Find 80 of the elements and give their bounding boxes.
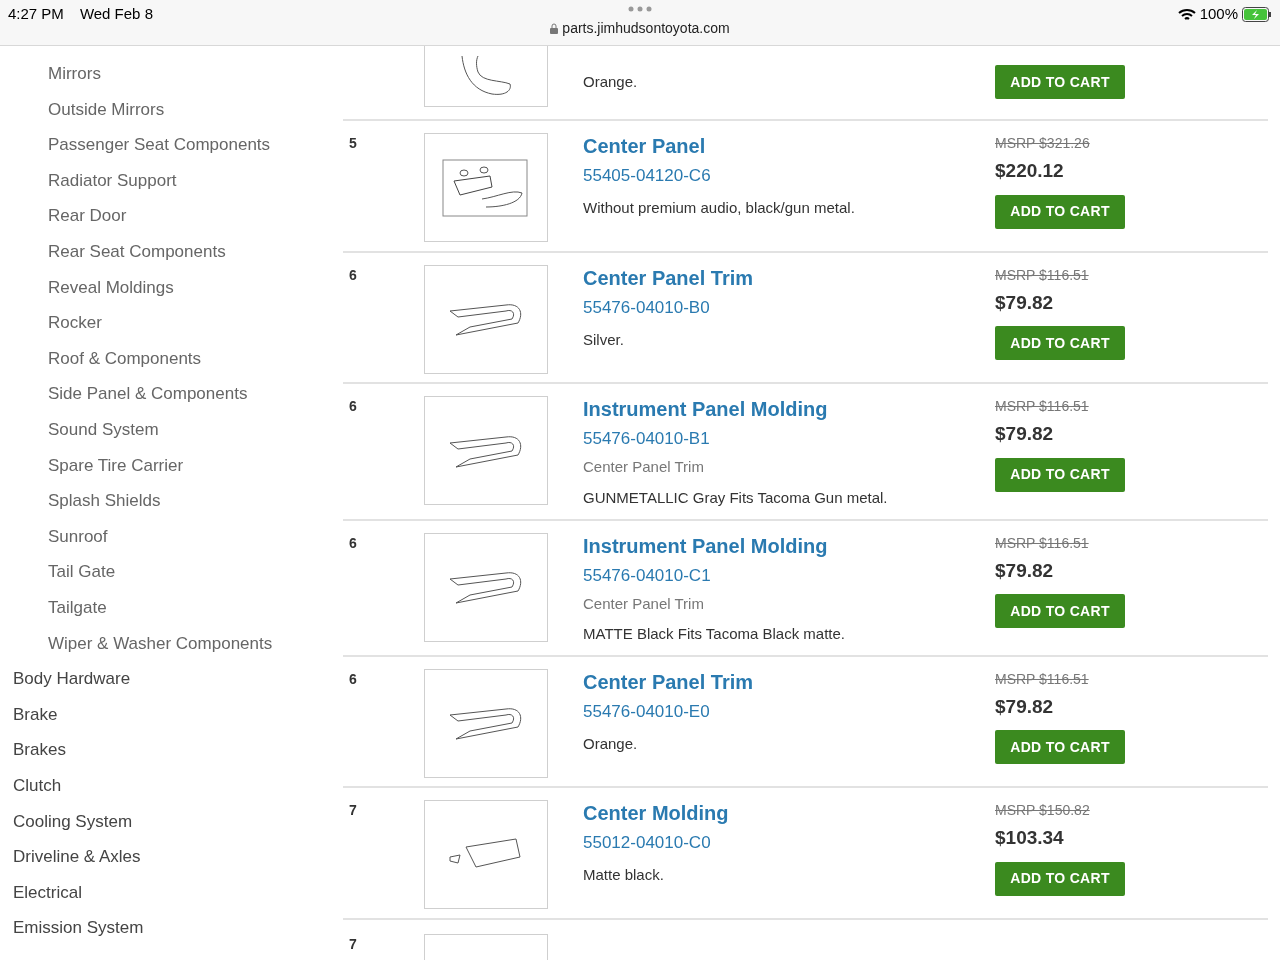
quantity: 6 — [349, 534, 357, 551]
category-link[interactable]: Passenger Seat Components — [0, 127, 343, 163]
quantity: 6 — [349, 670, 357, 687]
part-description: MATTE Black Fits Tacoma Black matte. — [583, 624, 846, 644]
part-description: Silver. — [583, 329, 625, 350]
part-subtitle: Center Panel Trim — [583, 593, 705, 614]
category-link[interactable]: Wiper & Washer Components — [0, 625, 343, 662]
add-to-cart-button[interactable]: ADD TO CART — [995, 861, 1125, 896]
part-number-link[interactable]: 55476-04010-C1 — [583, 564, 995, 587]
category-link[interactable]: Radiator Support — [0, 162, 343, 199]
msrp-price: MSRP $116.51 — [995, 533, 1089, 553]
category-link[interactable]: Rear Seat Components — [0, 233, 343, 270]
msrp-price: MSRP $116.51 — [995, 265, 1089, 285]
add-to-cart-button[interactable]: ADD TO CART — [995, 65, 1125, 99]
category-link[interactable]: Cooling System — [0, 803, 343, 840]
category-link[interactable]: Brakes — [0, 732, 343, 768]
part-title-link[interactable]: Center Panel Trim — [583, 668, 995, 695]
category-link[interactable]: Splash Shields — [0, 483, 343, 519]
add-to-cart-button[interactable]: ADD TO CART — [995, 730, 1125, 765]
add-to-cart-button[interactable]: ADD TO CART — [995, 326, 1125, 361]
add-to-cart-button[interactable]: ADD TO CART — [995, 594, 1125, 628]
category-link[interactable]: Tailgate — [0, 589, 343, 626]
part-description: Orange. — [583, 71, 639, 92]
category-link[interactable]: Reveal Moldings — [0, 269, 343, 306]
sale-price: $79.82 — [995, 422, 1054, 447]
part-title-link[interactable]: Instrument Panel Molding — [583, 396, 995, 423]
msrp-price: MSRP $116.51 — [995, 669, 1089, 689]
category-link[interactable]: Tail Gate — [0, 554, 343, 590]
msrp-price: MSRP $116.51 — [995, 397, 1089, 417]
date: Wed Feb 8 — [79, 4, 153, 24]
category-link[interactable]: Spare Tire Carrier — [0, 447, 343, 484]
category-link[interactable]: Rocker — [0, 305, 343, 341]
url-text[interactable]: parts.jimhudsontoyota.com — [562, 18, 730, 39]
category-link[interactable]: Outside Mirrors — [0, 91, 343, 128]
part-title-link[interactable]: Center Panel Trim — [583, 264, 995, 291]
quantity: 5 — [349, 135, 357, 151]
category-link[interactable]: Roof & Components — [0, 340, 343, 377]
category-link[interactable]: Clutch — [0, 767, 343, 804]
category-link[interactable]: Rear Door — [0, 198, 343, 234]
part-number-link[interactable]: 55476-04010-E0 — [583, 700, 995, 723]
category-link[interactable]: Sunroof — [0, 518, 343, 555]
lock-icon — [550, 23, 559, 34]
part-number-link[interactable]: 55476-04010-B1 — [583, 428, 995, 451]
part-title-link[interactable]: Center Molding — [583, 800, 995, 827]
category-link[interactable]: Brake — [0, 696, 343, 733]
category-link[interactable]: Side Panel & Components — [0, 376, 343, 412]
clock-time: 4:27 PM — [8, 4, 64, 24]
category-link[interactable]: Mirrors — [0, 56, 343, 92]
add-to-cart-button[interactable]: ADD TO CART — [995, 457, 1125, 492]
category-link[interactable]: Driveline & Axles — [0, 839, 343, 875]
category-link[interactable]: Emission System — [0, 910, 343, 946]
part-description: GUNMETALLIC Gray Fits Tacoma Gun metal. — [583, 487, 889, 508]
sale-price: $220.12 — [995, 159, 1064, 183]
category-link[interactable]: Sound System — [0, 411, 343, 448]
more-dots-icon[interactable] — [628, 6, 652, 12]
part-description: Matte black. — [583, 865, 665, 886]
battery-percent: 100% — [1199, 4, 1238, 24]
msrp-price: MSRP $321.26 — [995, 134, 1090, 153]
quantity: 6 — [349, 398, 357, 415]
quantity: 7 — [349, 802, 357, 819]
sale-price: $103.34 — [995, 826, 1064, 851]
battery-icon — [1242, 6, 1272, 22]
msrp-price: MSRP $150.82 — [995, 801, 1090, 821]
wifi-icon — [1177, 7, 1196, 21]
sale-price: $79.82 — [995, 290, 1054, 315]
part-description: Without premium audio, black/gun metal. — [583, 198, 856, 218]
sale-price: $79.82 — [995, 694, 1054, 719]
part-subtitle: Center Panel Trim — [583, 457, 705, 478]
part-number-link[interactable]: 55012-04010-C0 — [583, 832, 995, 855]
part-description: Orange. — [583, 733, 639, 754]
part-title-link[interactable]: Center Panel — [583, 133, 995, 159]
category-link[interactable]: Body Hardware — [0, 661, 343, 697]
add-to-cart-button[interactable]: ADD TO CART — [995, 194, 1125, 229]
part-number-link[interactable]: 55476-04010-B0 — [583, 296, 995, 319]
sale-price: $79.82 — [995, 558, 1054, 583]
part-number-link[interactable]: 55405-04120-C6 — [583, 165, 995, 187]
quantity: 6 — [349, 266, 357, 283]
category-link[interactable]: Electrical — [0, 874, 343, 911]
part-title-link[interactable]: Instrument Panel Molding — [583, 532, 995, 559]
quantity: 7 — [348, 935, 358, 954]
